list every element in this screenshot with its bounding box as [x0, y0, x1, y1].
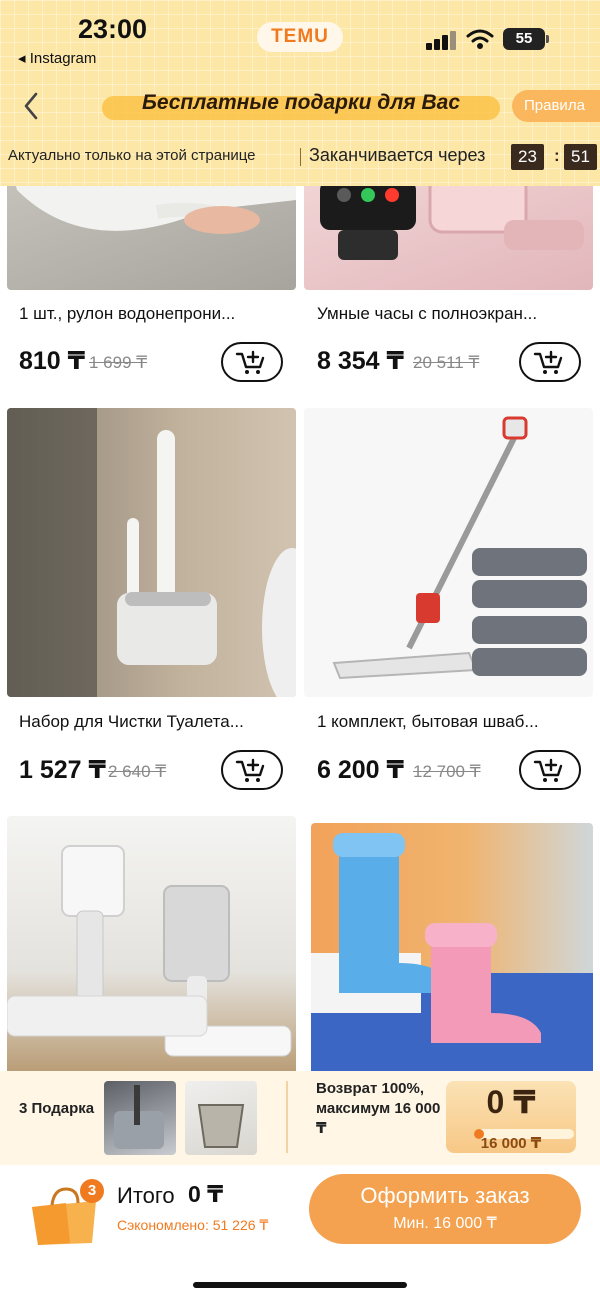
checkout-button-label: Оформить заказ	[360, 1183, 530, 1208]
phone-stand-illustration	[7, 845, 292, 1057]
total-label: Итого	[117, 1183, 175, 1208]
page-title-container: Бесплатные подарки для Вас	[100, 88, 502, 126]
refund-card[interactable]: 0 ₸ 16 000 ₸	[446, 1081, 576, 1153]
add-to-cart-icon	[235, 758, 265, 782]
add-to-cart-icon	[533, 350, 563, 374]
checkout-bar: 3 Итого 0 ₸ Сэкономлено: 51 226 ₸ Оформи…	[0, 1165, 600, 1300]
add-to-cart-button[interactable]	[519, 750, 581, 790]
rules-button[interactable]: Правила	[512, 90, 600, 122]
product-image-phone-stand[interactable]	[7, 816, 296, 1076]
timer-note: Актуально только на этой странице	[8, 147, 256, 164]
checkout-minimum: Мин. 16 000 ₸	[393, 1215, 497, 1232]
gifts-bar[interactable]: 3 Подарка Возврат 100%, максимум 16 000 …	[0, 1071, 600, 1165]
signal-icon	[426, 30, 458, 50]
gifts-count-label: 3 Подарка	[19, 1100, 95, 1117]
product-image-toilet-brush[interactable]	[7, 408, 296, 697]
timer-hours: 23	[511, 144, 544, 170]
refund-goal: 16 000 ₸	[480, 1135, 542, 1152]
page-title: Бесплатные подарки для Вас	[141, 91, 461, 114]
product-price: 8 354 ₸	[317, 347, 404, 375]
total-value: 0 ₸	[188, 1181, 224, 1207]
top-header: 23:00 ◂ Instagram TEMU 55 Бесплатные под…	[0, 0, 600, 186]
product-price: 6 200 ₸	[317, 756, 404, 784]
back-arrow-icon[interactable]	[18, 88, 44, 124]
timer-minutes: 51	[564, 144, 597, 170]
back-to-app-link[interactable]: ◂ Instagram	[18, 49, 96, 67]
refund-description: Возврат 100%, максимум 16 000 ₸	[316, 1080, 441, 1137]
page: 1 шт., рулон водонепрони... Умные часы с…	[0, 0, 600, 1300]
product-old-price: 1 699 ₸	[89, 353, 148, 372]
checkout-button[interactable]: Оформить заказ Мин. 16 000 ₸	[309, 1174, 581, 1244]
countdown-row: Актуально только на этой странице Заканч…	[8, 142, 597, 172]
gift-thumbnail[interactable]	[185, 1081, 257, 1155]
timer-colon: :	[554, 146, 560, 165]
product-price: 810 ₸	[19, 347, 86, 375]
toilet-brush-illustration	[7, 408, 296, 697]
saved-amount: Сэкономлено: 51 226 ₸	[117, 1217, 269, 1233]
add-to-cart-button[interactable]	[519, 342, 581, 382]
add-to-cart-icon	[533, 758, 563, 782]
add-to-cart-button[interactable]	[221, 750, 283, 790]
product-image-mop[interactable]	[304, 408, 593, 697]
gifts-divider	[286, 1081, 288, 1153]
product-price: 1 527 ₸	[19, 756, 106, 784]
gift-thumbnail[interactable]	[104, 1081, 176, 1155]
product-old-price: 2 640 ₸	[108, 762, 167, 781]
home-indicator[interactable]	[193, 1282, 407, 1288]
gift-laundry-basket-image	[197, 1104, 245, 1148]
product-old-price: 12 700 ₸	[413, 762, 481, 781]
timer-label: Заканчивается через	[309, 145, 486, 165]
add-to-cart-icon	[235, 350, 265, 374]
rain-boots-illustration	[311, 833, 593, 1076]
product-old-price: 20 511 ₸	[413, 353, 480, 372]
product-name[interactable]: 1 шт., рулон водонепрони...	[19, 304, 235, 324]
gifts-count: 3 Подарка	[19, 1099, 99, 1118]
product-image-rain-boots[interactable]	[311, 823, 593, 1076]
status-time: 23:00	[78, 14, 148, 44]
gift-mop-bucket-image	[114, 1085, 164, 1149]
cart-count-badge: 3	[80, 1179, 104, 1203]
refund-value: 0 ₸	[486, 1084, 536, 1120]
timer-divider	[300, 148, 301, 166]
wifi-icon	[466, 29, 494, 49]
product-name[interactable]: 1 комплект, бытовая шваб...	[317, 712, 539, 732]
temu-logo: TEMU	[257, 22, 343, 52]
mop-illustration	[332, 416, 587, 680]
battery-icon: 55	[503, 28, 549, 50]
add-to-cart-button[interactable]	[221, 342, 283, 382]
product-name[interactable]: Умные часы с полноэкран...	[317, 304, 537, 324]
product-name[interactable]: Набор для Чистки Туалета...	[19, 712, 244, 732]
